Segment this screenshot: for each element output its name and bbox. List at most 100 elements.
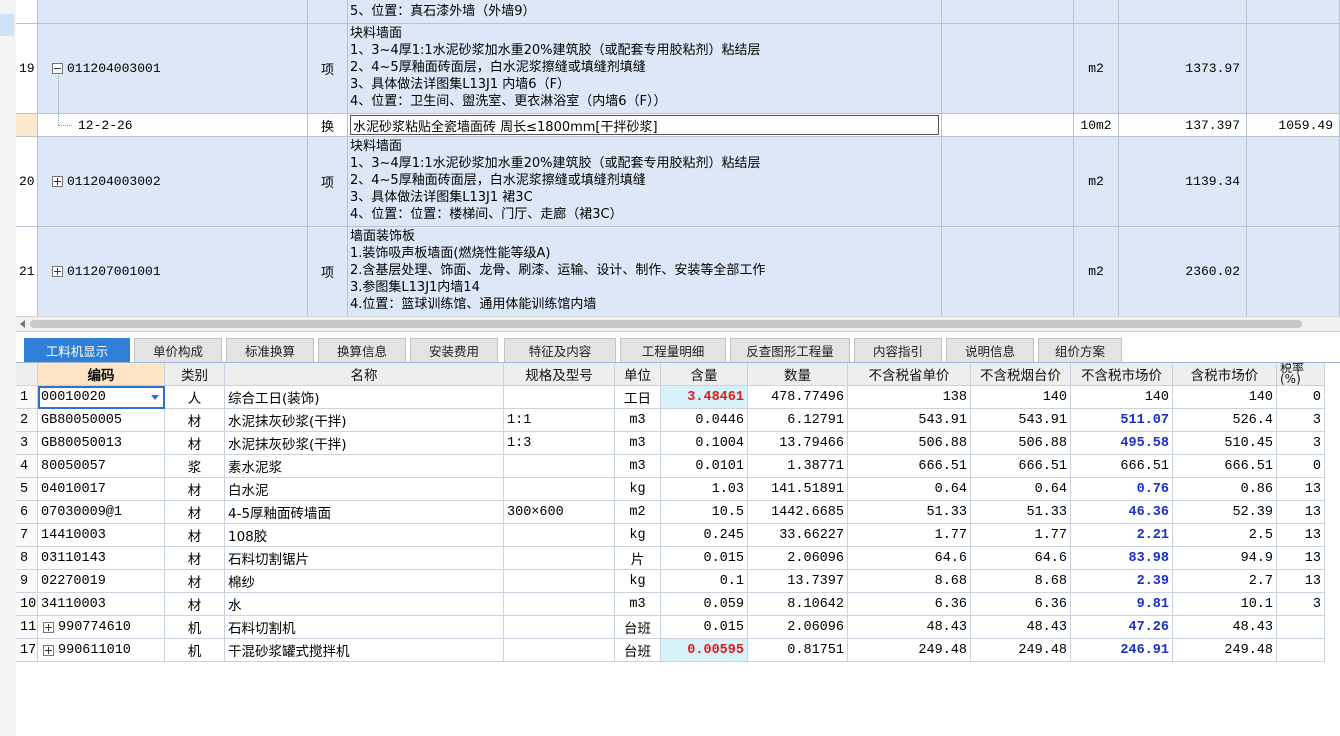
cell-name[interactable]: 108胶: [225, 524, 504, 547]
cell-content[interactable]: 3.48461: [661, 386, 748, 409]
description-edit-box[interactable]: 水泥砂浆粘贴全瓷墙面砖 周长≤1800mm[干拌砂浆]: [350, 115, 939, 135]
resource-row[interactable]: 9 02270019 材 棉纱 kg 0.1 13.7397 8.68 8.68 2.39 2.7 1…: [16, 570, 1340, 593]
cell-code[interactable]: 07030009@1: [38, 501, 165, 524]
cell-tax[interactable]: 0: [1277, 386, 1325, 409]
cell-tax[interactable]: 3: [1277, 593, 1325, 616]
header-market-price-tax[interactable]: 含税市场价: [1173, 363, 1277, 386]
cell-spec[interactable]: [504, 570, 615, 593]
tab-10[interactable]: 组价方案: [1038, 338, 1122, 362]
tab-1[interactable]: 单价构成: [134, 338, 222, 362]
cell-cat[interactable]: 材: [165, 478, 225, 501]
tab-8[interactable]: 内容指引: [854, 338, 942, 362]
resource-row[interactable]: 4 80050057 浆 素水泥浆 m3 0.0101 1.38771 666.51 666.5…: [16, 455, 1340, 478]
cell-qty[interactable]: 1.38771: [748, 455, 848, 478]
tab-5[interactable]: 特征及内容: [504, 338, 616, 362]
expand-plus-icon[interactable]: [43, 621, 54, 633]
cell-code[interactable]: GB80050013: [38, 432, 165, 455]
item-code-cell[interactable]: [38, 0, 308, 24]
item-description-cell[interactable]: 墙面装饰板 1.装饰吸声板墙面(燃烧性能等级A) 2.含基层处理、饰面、龙骨、刷漆、…: [348, 227, 942, 316]
cell-p3[interactable]: 9.81: [1071, 593, 1173, 616]
collapse-minus-icon[interactable]: [52, 63, 63, 74]
resource-row[interactable]: 3 GB80050013 材 水泥抹灰砂浆(干拌) 1:3 m3 0.1004 13.7946…: [16, 432, 1340, 455]
item-description-cell[interactable]: 块料墙面 1、3~4厚1:1水泥砂浆加水重20%建筑胶（或配套专用胶粘剂）粘结层 2…: [348, 24, 942, 114]
cell-p2[interactable]: 8.68: [971, 570, 1071, 593]
cell-unit[interactable]: kg: [615, 478, 661, 501]
cell-qty[interactable]: 13.7397: [748, 570, 848, 593]
cell-qty[interactable]: 8.10642: [748, 593, 848, 616]
cell-p1[interactable]: 0.64: [848, 478, 971, 501]
item-code-cell[interactable]: 12-2-26: [38, 114, 308, 137]
cell-p2[interactable]: 1.77: [971, 524, 1071, 547]
cell-cat[interactable]: 材: [165, 524, 225, 547]
bill-item-row[interactable]: 19 011204003001 项块料墙面 1、3~4厚1:1水泥砂浆加水重20%建筑…: [16, 24, 1340, 114]
sub-item-row[interactable]: 12-2-26 换水泥砂浆粘贴全瓷墙面砖 周长≤1800mm[干拌砂浆] 10m2 1…: [16, 114, 1340, 137]
cell-cat[interactable]: 材: [165, 432, 225, 455]
cell-cat[interactable]: 材: [165, 501, 225, 524]
cell-content[interactable]: 10.5: [661, 501, 748, 524]
cell-name[interactable]: 水泥抹灰砂浆(干拌): [225, 409, 504, 432]
cell-p4[interactable]: 140: [1173, 386, 1277, 409]
resource-row[interactable]: 1 00010020 人 综合工日(装饰) 工日 3.48461 478.77496 138 1…: [16, 386, 1340, 409]
cell-tax[interactable]: 3: [1277, 432, 1325, 455]
cell-p1[interactable]: 506.88: [848, 432, 971, 455]
cell-name[interactable]: 水: [225, 593, 504, 616]
cell-p3[interactable]: 2.39: [1071, 570, 1173, 593]
bill-item-row[interactable]: 21 011207001001 项墙面装饰板 1.装饰吸声板墙面(燃烧性能等级A) 2.…: [16, 227, 1340, 316]
cell-spec[interactable]: [504, 386, 615, 409]
cell-content[interactable]: 0.1: [661, 570, 748, 593]
cell-p3[interactable]: 2.21: [1071, 524, 1173, 547]
cell-unit[interactable]: kg: [615, 570, 661, 593]
cell-p2[interactable]: 6.36: [971, 593, 1071, 616]
cell-p1[interactable]: 6.36: [848, 593, 971, 616]
cell-p3[interactable]: 83.98: [1071, 547, 1173, 570]
cell-content[interactable]: 0.015: [661, 616, 748, 639]
cell-p2[interactable]: 48.43: [971, 616, 1071, 639]
cell-unit[interactable]: 台班: [615, 639, 661, 662]
cell-name[interactable]: 石料切割机: [225, 616, 504, 639]
cell-tax[interactable]: 13: [1277, 547, 1325, 570]
tab-3[interactable]: 换算信息: [318, 338, 406, 362]
cell-p1[interactable]: 138: [848, 386, 971, 409]
cell-p3[interactable]: 511.07: [1071, 409, 1173, 432]
cell-p1[interactable]: 249.48: [848, 639, 971, 662]
cell-name[interactable]: 水泥抹灰砂浆(干拌): [225, 432, 504, 455]
header-index[interactable]: [16, 363, 38, 386]
cell-p3[interactable]: 495.58: [1071, 432, 1173, 455]
cell-cat[interactable]: 机: [165, 616, 225, 639]
cell-p3[interactable]: 46.36: [1071, 501, 1173, 524]
expand-plus-icon[interactable]: [43, 644, 54, 656]
cell-tax[interactable]: 13: [1277, 570, 1325, 593]
cell-code[interactable]: 34110003: [38, 593, 165, 616]
header-province-price[interactable]: 不含税省单价: [848, 363, 971, 386]
header-spec[interactable]: 规格及型号: [504, 363, 615, 386]
cell-code[interactable]: 02270019: [38, 570, 165, 593]
resource-row[interactable]: 5 04010017 材 白水泥 kg 1.03 141.51891 0.64 0.64 0.76…: [16, 478, 1340, 501]
item-quantity[interactable]: 1373.97: [1119, 24, 1247, 114]
cell-spec[interactable]: [504, 478, 615, 501]
cell-unit[interactable]: 工日: [615, 386, 661, 409]
cell-content[interactable]: 0.00595: [661, 639, 748, 662]
cell-unit[interactable]: m3: [615, 432, 661, 455]
item-quantity[interactable]: 1139.34: [1119, 137, 1247, 227]
header-unit[interactable]: 单位: [615, 363, 661, 386]
cell-cat[interactable]: 机: [165, 639, 225, 662]
cell-qty[interactable]: 2.06096: [748, 616, 848, 639]
item-code-cell[interactable]: 011204003001: [38, 24, 308, 114]
cell-spec[interactable]: [504, 524, 615, 547]
cell-p1[interactable]: 51.33: [848, 501, 971, 524]
resource-row[interactable]: 2 GB80050005 材 水泥抹灰砂浆(干拌) 1:1 m3 0.0446 6.12791…: [16, 409, 1340, 432]
horizontal-scrollbar[interactable]: [16, 316, 1340, 332]
cell-unit[interactable]: 台班: [615, 616, 661, 639]
cell-name[interactable]: 干混砂浆罐式搅拌机: [225, 639, 504, 662]
cell-content[interactable]: 0.1004: [661, 432, 748, 455]
header-name[interactable]: 名称: [225, 363, 504, 386]
cell-content[interactable]: 0.059: [661, 593, 748, 616]
item-quantity[interactable]: 2360.02: [1119, 227, 1247, 316]
item-quantity[interactable]: 137.397: [1119, 114, 1247, 137]
cell-p4[interactable]: 666.51: [1173, 455, 1277, 478]
cell-name[interactable]: 素水泥浆: [225, 455, 504, 478]
cell-p4[interactable]: 0.86: [1173, 478, 1277, 501]
bill-item-row[interactable]: 5、位置：真石漆外墙（外墙9）: [16, 0, 1340, 24]
scroll-left-arrow-icon[interactable]: [20, 320, 25, 328]
cell-code[interactable]: 990774610: [38, 616, 165, 639]
